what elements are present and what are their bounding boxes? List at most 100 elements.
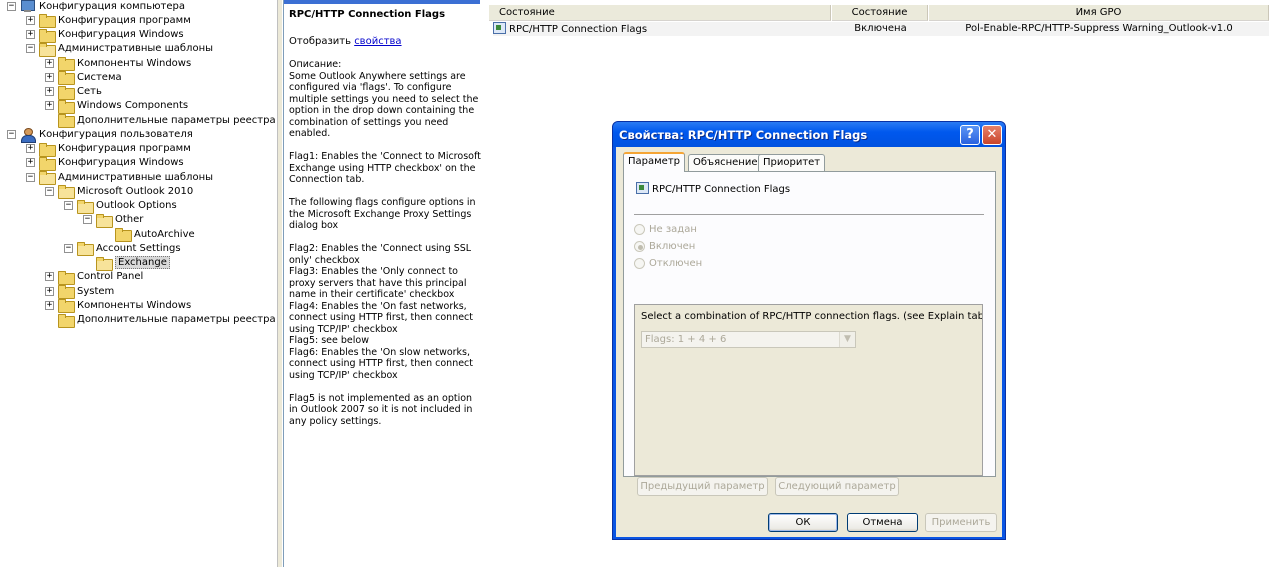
tree-item-label: Дополнительные параметры реестра (77, 314, 276, 325)
close-button[interactable]: ✕ (982, 125, 1002, 145)
user-icon (20, 127, 36, 143)
next-setting-button[interactable]: Следующий параметр (775, 477, 899, 496)
radio-enabled[interactable]: Включен (634, 241, 695, 252)
folder-open-icon (96, 256, 113, 271)
collapse-icon[interactable]: − (7, 1, 16, 11)
table-row-setting[interactable]: RPC/HTTP Connection Flags (493, 22, 832, 36)
tree-item-label: Microsoft Outlook 2010 (77, 185, 194, 197)
tree-item-label: Account Settings (96, 242, 181, 254)
expand-icon[interactable]: + (45, 300, 54, 310)
expand-icon[interactable]: + (26, 144, 35, 153)
tree-item[interactable]: + Компоненты Windows (45, 298, 192, 314)
folder-open-icon (77, 242, 94, 257)
help-button[interactable]: ? (960, 125, 980, 145)
previous-setting-button[interactable]: Предыдущий параметр (637, 477, 768, 496)
flags-combo[interactable]: Flags: 1 + 4 + 6 ▼ (641, 331, 856, 348)
expand-icon[interactable]: + (26, 15, 35, 25)
tree-item[interactable]: + Конфигурация Windows (26, 156, 184, 171)
collapse-icon[interactable]: − (64, 243, 73, 253)
tree-item[interactable]: − Конфигурация пользователя (7, 127, 193, 143)
radio-circle-icon (634, 258, 645, 269)
folder-icon (58, 313, 75, 328)
tree-item[interactable]: − Other (83, 213, 144, 228)
setting-name-text: RPC/HTTP Connection Flags (652, 184, 791, 195)
tree-item-label: Windows Components (77, 100, 189, 112)
chevron-down-icon[interactable]: ▼ (839, 332, 855, 347)
tree-item[interactable]: + System (45, 284, 114, 299)
tree-item[interactable]: + Конфигурация программ (26, 142, 191, 157)
tree-item-label: Конфигурация Windows (58, 157, 184, 169)
cancel-button[interactable]: Отмена (847, 513, 918, 532)
collapse-icon[interactable]: − (26, 172, 35, 182)
tree-item[interactable]: + Конфигурация Windows (26, 28, 184, 43)
ok-button[interactable]: ОК (768, 513, 838, 532)
collapse-icon[interactable]: − (45, 186, 54, 196)
collapse-icon[interactable]: − (26, 44, 35, 54)
tree-item[interactable]: + Компоненты Windows (45, 56, 192, 71)
radio-checked-icon (634, 241, 645, 252)
tree-item[interactable]: + Control Panel (45, 270, 144, 285)
tree-item-label: Административные шаблоны (58, 171, 214, 183)
column-header-state[interactable]: Состояние (832, 5, 928, 21)
tree-item-label: Компоненты Windows (77, 299, 192, 311)
properties-link[interactable]: свойства (354, 36, 401, 47)
apply-button[interactable]: Применить (925, 513, 997, 532)
console-tree: − Конфигурация компьютера + Конфигурация пр… (0, 0, 277, 567)
tree-item[interactable]: Exchange (83, 256, 170, 271)
expand-icon[interactable]: + (45, 58, 54, 68)
tab-precedence[interactable]: Приоритет (758, 154, 826, 171)
expand-icon[interactable]: + (45, 72, 54, 82)
folder-icon (115, 228, 132, 242)
row-state: Включена (832, 22, 929, 36)
tree-item[interactable]: + Сеть (45, 85, 102, 100)
tree-item[interactable]: − Конфигурация компьютера (7, 0, 185, 13)
expand-icon[interactable]: + (26, 158, 35, 168)
tree-item-label: Control Panel (77, 271, 144, 283)
tree-item[interactable]: Дополнительные параметры реестра (45, 313, 276, 328)
radio-circle-icon (634, 224, 645, 235)
tree-item[interactable]: − Административные шаблоны (26, 42, 213, 57)
collapse-icon[interactable]: − (64, 201, 73, 210)
tree-item[interactable]: − Account Settings (64, 241, 181, 257)
collapse-icon[interactable]: − (83, 215, 92, 225)
tree-item[interactable]: AutoArchive (102, 227, 195, 242)
tree-item[interactable]: + Конфигурация программ (26, 13, 191, 29)
expand-icon[interactable]: + (45, 272, 54, 282)
flags-combo-value: Flags: 1 + 4 + 6 (645, 334, 727, 345)
tree-item-label: Конфигурация программ (58, 143, 191, 154)
folder-icon (58, 85, 75, 100)
folder-icon (58, 99, 75, 114)
column-header-setting[interactable]: Состояние (489, 5, 831, 21)
column-header-gpo[interactable]: Имя GPO (929, 5, 1269, 21)
tree-item[interactable]: + Система (45, 70, 122, 86)
folder-open-icon (39, 42, 56, 57)
tab-parameter[interactable]: Параметр (623, 152, 685, 172)
expand-icon[interactable]: + (45, 101, 54, 111)
tree-item-label: Компоненты Windows (77, 57, 192, 69)
tree-item-label: Конфигурация программ (58, 14, 191, 26)
radio-not-configured[interactable]: Не задан (634, 224, 697, 235)
tree-item[interactable]: − Microsoft Outlook 2010 (45, 184, 194, 200)
tab-explain[interactable]: Объяснение (688, 154, 763, 171)
dialog-title: Свойства: RPC/HTTP Connection Flags (619, 128, 868, 142)
expand-icon[interactable]: + (45, 286, 54, 296)
tree-item-label: Other (115, 214, 144, 226)
explain-pane: RPC/HTTP Connection Flags Отобразить сво… (283, 0, 481, 567)
expand-icon[interactable]: + (26, 30, 35, 39)
collapse-icon[interactable]: − (7, 129, 16, 139)
folder-icon (58, 114, 75, 128)
dialog-titlebar[interactable]: Свойства: RPC/HTTP Connection Flags ? ✕ (613, 122, 1005, 147)
tree-item[interactable]: − Outlook Options (64, 199, 177, 214)
policy-setting-icon (493, 22, 506, 34)
folder-open-icon (77, 199, 94, 214)
tree-item[interactable]: − Административные шаблоны (26, 170, 214, 185)
tree-item[interactable]: Дополнительные параметры реестра (45, 113, 276, 128)
radio-disabled[interactable]: Отключен (634, 258, 702, 269)
tree-item[interactable]: + Windows Components (45, 99, 189, 114)
explain-header-bar (284, 0, 480, 4)
expand-icon[interactable]: + (45, 87, 54, 96)
show-properties-prefix: Отобразить (289, 36, 351, 47)
